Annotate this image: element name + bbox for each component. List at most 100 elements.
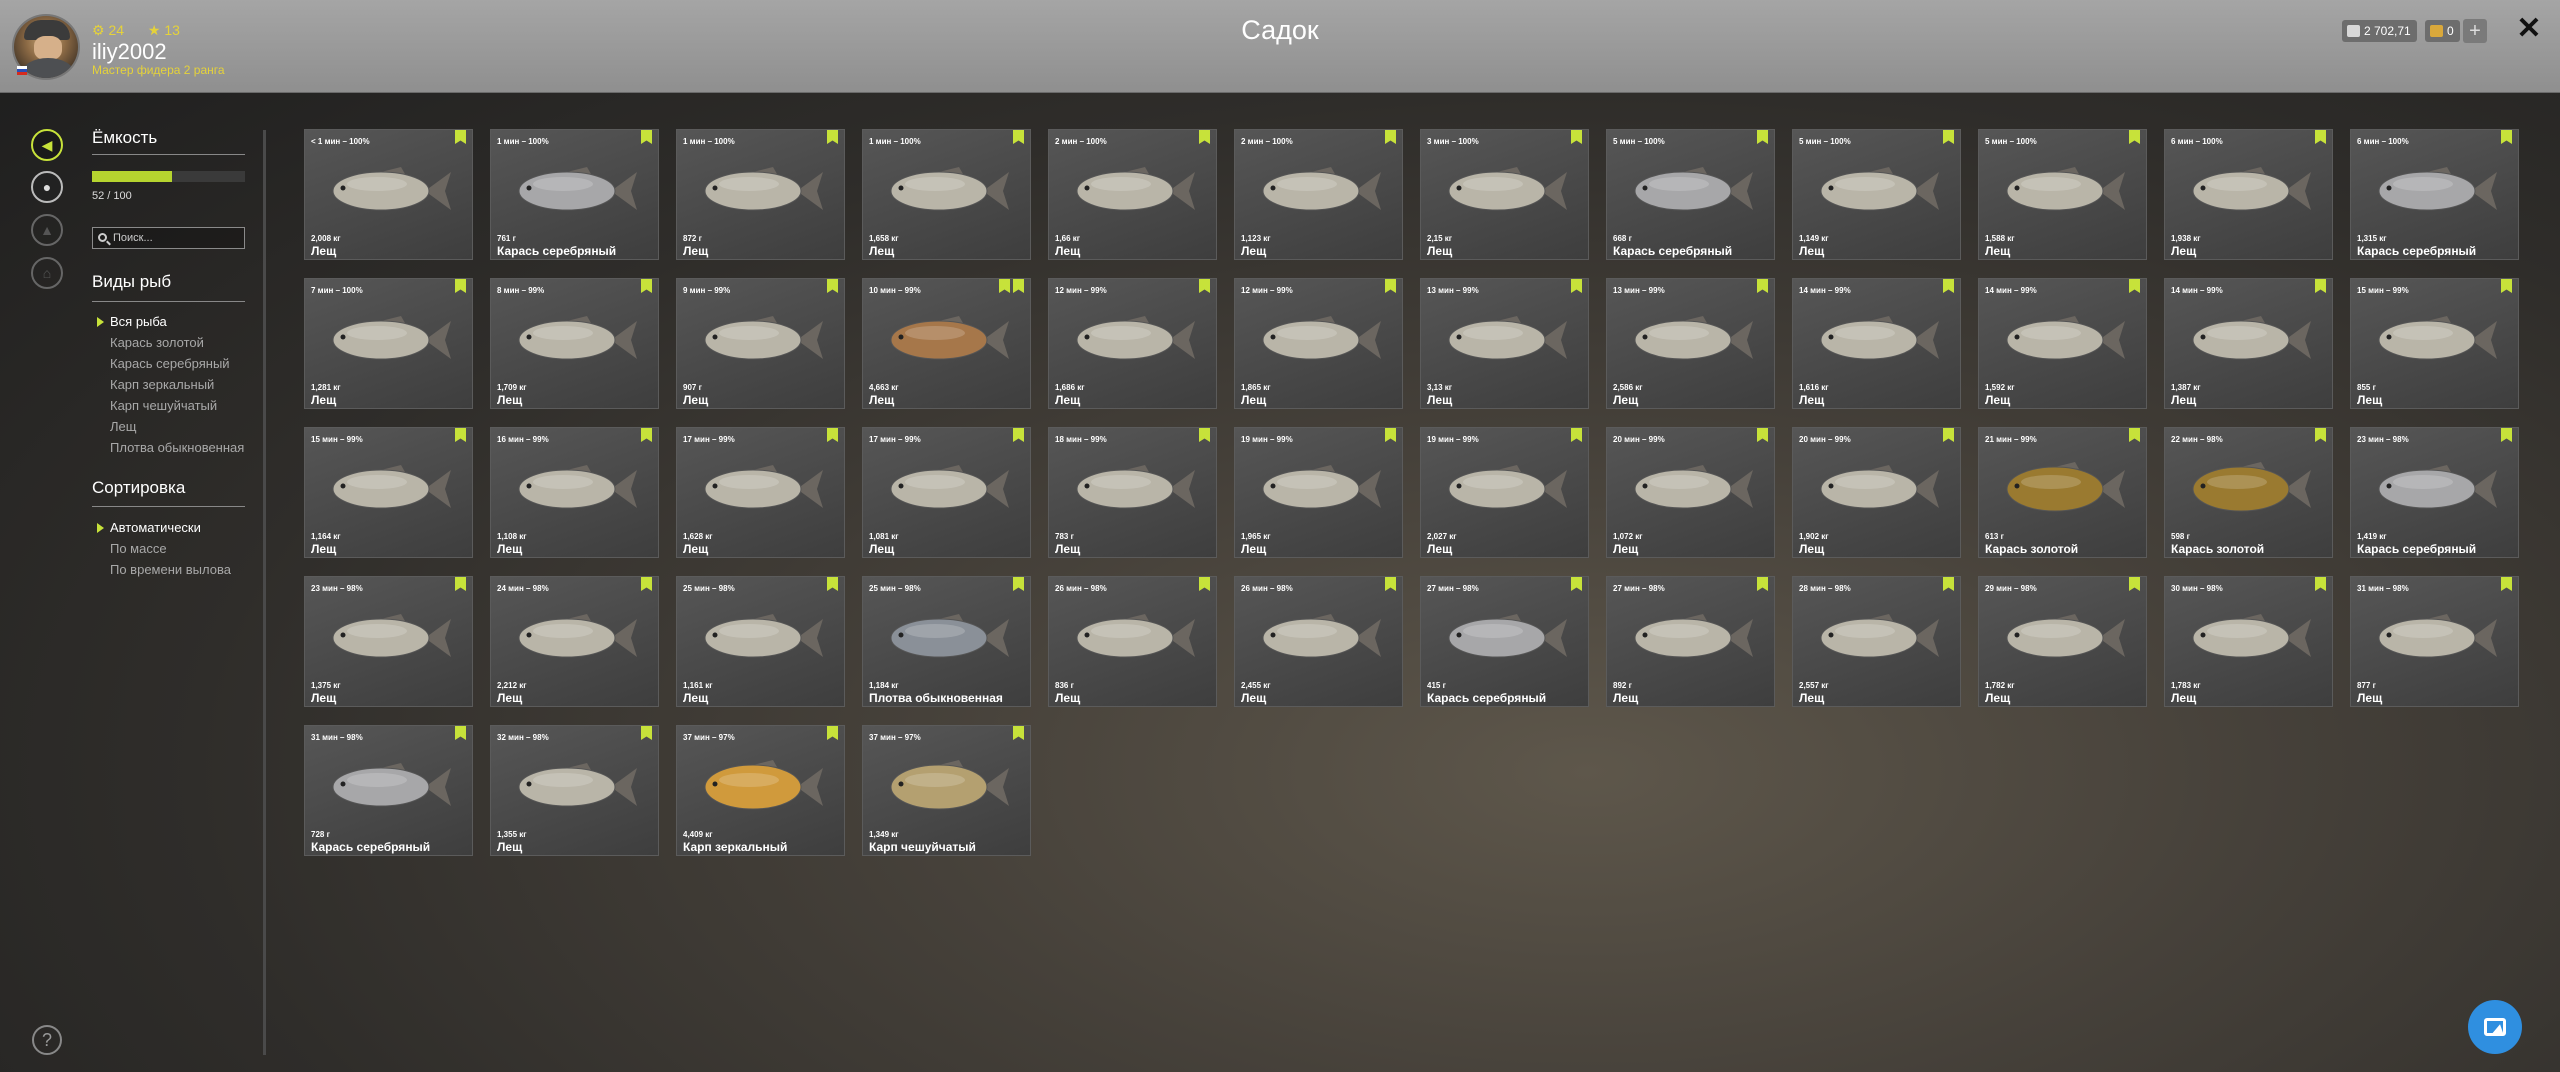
fish-card[interactable]: 17 мин – 99% 1,081 кг Лещ — [862, 427, 1031, 558]
fish-card[interactable]: 6 мин – 100% 1,938 кг Лещ — [2164, 129, 2333, 260]
fish-card[interactable]: 20 мин – 99% 1,072 кг Лещ — [1606, 427, 1775, 558]
fish-card[interactable]: 37 мин – 97% 4,409 кг Карп зеркальный — [676, 725, 845, 856]
fish-card[interactable]: 8 мин – 99% 1,709 кг Лещ — [490, 278, 659, 409]
catch-time: 26 мин – 98% — [1241, 584, 1293, 593]
fish-card[interactable]: 22 мин – 98% 598 г Карась золотой — [2164, 427, 2333, 558]
fish-card[interactable]: 37 мин – 97% 1,349 кг Карп чешуйчатый — [862, 725, 1031, 856]
fish-card[interactable]: 5 мин – 100% 668 г Карась серебряный — [1606, 129, 1775, 260]
fish-name: Лещ — [683, 393, 709, 407]
exit-icon[interactable]: ◀ — [31, 129, 63, 161]
fish-card[interactable]: 5 мин – 100% 1,149 кг Лещ — [1792, 129, 1961, 260]
catch-time: 7 мин – 100% — [311, 286, 363, 295]
fish-card[interactable]: 15 мин – 99% 1,164 кг Лещ — [304, 427, 473, 558]
species-option-5[interactable]: Лещ — [110, 418, 244, 439]
species-option-4[interactable]: Карп чешуйчатый — [110, 397, 244, 418]
fish-card[interactable]: 10 мин – 99% 4,663 кг Лещ — [862, 278, 1031, 409]
fish-card[interactable]: 9 мин – 99% 907 г Лещ — [676, 278, 845, 409]
keepnet-icon[interactable]: ● — [31, 171, 63, 203]
help-icon[interactable]: ? — [32, 1025, 62, 1055]
species-option-1[interactable]: Карась золотой — [110, 334, 244, 355]
sort-option-2[interactable]: По времени вылова — [110, 561, 231, 582]
fish-card[interactable]: 30 мин – 98% 1,783 кг Лещ — [2164, 576, 2333, 707]
fish-card[interactable]: 28 мин – 98% 2,557 кг Лещ — [1792, 576, 1961, 707]
fish-card[interactable]: 26 мин – 98% 836 г Лещ — [1048, 576, 1217, 707]
fish-card[interactable]: 14 мин – 99% 1,387 кг Лещ — [2164, 278, 2333, 409]
fish-card[interactable]: 1 мин – 100% 1,658 кг Лещ — [862, 129, 1031, 260]
fish-card[interactable]: 1 мин – 100% 872 г Лещ — [676, 129, 845, 260]
fish-card[interactable]: 31 мин – 98% 728 г Карась серебряный — [304, 725, 473, 856]
fish-card[interactable]: 13 мин – 99% 2,586 кг Лещ — [1606, 278, 1775, 409]
fish-weight: 1,072 кг — [1613, 532, 1643, 541]
species-option-6[interactable]: Плотва обыкновенная — [110, 439, 244, 460]
fish-card[interactable]: 24 мин – 98% 2,212 кг Лещ — [490, 576, 659, 707]
fish-card[interactable]: 29 мин – 98% 1,782 кг Лещ — [1978, 576, 2147, 707]
catch-time: 30 мин – 98% — [2171, 584, 2223, 593]
catch-time: 27 мин – 98% — [1613, 584, 1665, 593]
fish-card[interactable]: < 1 мин – 100% 2,008 кг Лещ — [304, 129, 473, 260]
sort-option-0[interactable]: Автоматически — [97, 519, 231, 540]
fish-card[interactable]: 17 мин – 99% 1,628 кг Лещ — [676, 427, 845, 558]
fish-card[interactable]: 19 мин – 99% 2,027 кг Лещ — [1420, 427, 1589, 558]
fish-card[interactable]: 25 мин – 98% 1,161 кг Лещ — [676, 576, 845, 707]
fish-card[interactable]: 20 мин – 99% 1,902 кг Лещ — [1792, 427, 1961, 558]
fish-card[interactable]: 18 мин – 99% 783 г Лещ — [1048, 427, 1217, 558]
fish-image — [332, 465, 451, 509]
silver-balance[interactable]: 2 702,71 — [2342, 20, 2417, 42]
fish-card[interactable]: 7 мин – 100% 1,281 кг Лещ — [304, 278, 473, 409]
gold-balance[interactable]: 0 — [2425, 20, 2460, 42]
species-option-0[interactable]: Вся рыба — [96, 313, 244, 334]
fish-image — [704, 614, 823, 658]
capacity-heading: Ёмкость — [92, 128, 158, 147]
fish-card[interactable]: 25 мин – 98% 1,184 кг Плотва обыкновенная — [862, 576, 1031, 707]
fish-card[interactable]: 26 мин – 98% 2,455 кг Лещ — [1234, 576, 1403, 707]
catch-time: 37 мин – 97% — [869, 733, 921, 742]
fish-card[interactable]: 16 мин – 99% 1,108 кг Лещ — [490, 427, 659, 558]
fish-card[interactable]: 3 мин – 100% 2,15 кг Лещ — [1420, 129, 1589, 260]
fish-card[interactable]: 27 мин – 98% 415 г Карась серебряный — [1420, 576, 1589, 707]
fish-name: Лещ — [1427, 244, 1453, 258]
fish-card[interactable]: 21 мин – 99% 613 г Карась золотой — [1978, 427, 2147, 558]
close-button[interactable]: ✕ — [2514, 14, 2544, 44]
bookmark-icon — [1013, 130, 1024, 144]
fish-card[interactable]: 2 мин – 100% 1,123 кг Лещ — [1234, 129, 1403, 260]
fish-card[interactable]: 2 мин – 100% 1,66 кг Лещ — [1048, 129, 1217, 260]
fish-card[interactable]: 23 мин – 98% 1,375 кг Лещ — [304, 576, 473, 707]
fish-card[interactable]: 6 мин – 100% 1,315 кг Карась серебряный — [2350, 129, 2519, 260]
fish-name: Лещ — [1799, 393, 1825, 407]
species-filter-list: Вся рыба Карась золотой Карась серебряный К… — [96, 313, 244, 460]
fish-card[interactable]: 27 мин – 98% 892 г Лещ — [1606, 576, 1775, 707]
fish-card[interactable]: 13 мин – 99% 3,13 кг Лещ — [1420, 278, 1589, 409]
home-icon[interactable]: ⌂ — [31, 257, 63, 289]
fire-icon[interactable]: ▲ — [31, 214, 63, 246]
species-option-2[interactable]: Карась серебряный — [110, 355, 244, 376]
bookmark-icon — [1385, 279, 1396, 293]
fish-card[interactable]: 15 мин – 99% 855 г Лещ — [2350, 278, 2519, 409]
fish-image — [1262, 614, 1381, 658]
fish-card[interactable]: 5 мин – 100% 1,588 кг Лещ — [1978, 129, 2147, 260]
sort-heading: Сортировка — [92, 478, 186, 497]
fish-card[interactable]: 32 мин – 98% 1,355 кг Лещ — [490, 725, 659, 856]
fish-card[interactable]: 12 мин – 99% 1,686 кг Лещ — [1048, 278, 1217, 409]
add-currency-button[interactable]: + — [2463, 19, 2487, 43]
sort-option-1[interactable]: По массе — [110, 540, 231, 561]
bookmark-icon — [827, 279, 838, 293]
fish-name: Лещ — [1241, 244, 1267, 258]
fish-card[interactable]: 14 мин – 99% 1,592 кг Лещ — [1978, 278, 2147, 409]
fish-card[interactable]: 1 мин – 100% 761 г Карась серебряный — [490, 129, 659, 260]
search-input[interactable]: Поиск... — [92, 227, 245, 249]
screen-cursor-button[interactable] — [2468, 1000, 2522, 1054]
fish-card[interactable]: 14 мин – 99% 1,616 кг Лещ — [1792, 278, 1961, 409]
fish-card[interactable]: 31 мин – 98% 877 г Лещ — [2350, 576, 2519, 707]
fish-image — [2192, 614, 2311, 658]
fish-name: Лещ — [683, 244, 709, 258]
catch-time: 28 мин – 98% — [1799, 584, 1851, 593]
divider — [92, 154, 245, 155]
fish-name: Лещ — [311, 542, 337, 556]
fish-card[interactable]: 12 мин – 99% 1,865 кг Лещ — [1234, 278, 1403, 409]
fish-card[interactable]: 19 мин – 99% 1,965 кг Лещ — [1234, 427, 1403, 558]
bookmark-icon — [2315, 130, 2326, 144]
species-option-3[interactable]: Карп зеркальный — [110, 376, 244, 397]
fish-card[interactable]: 23 мин – 98% 1,419 кг Карась серебряный — [2350, 427, 2519, 558]
bookmark-icon — [641, 577, 652, 591]
fish-image — [2006, 167, 2125, 211]
